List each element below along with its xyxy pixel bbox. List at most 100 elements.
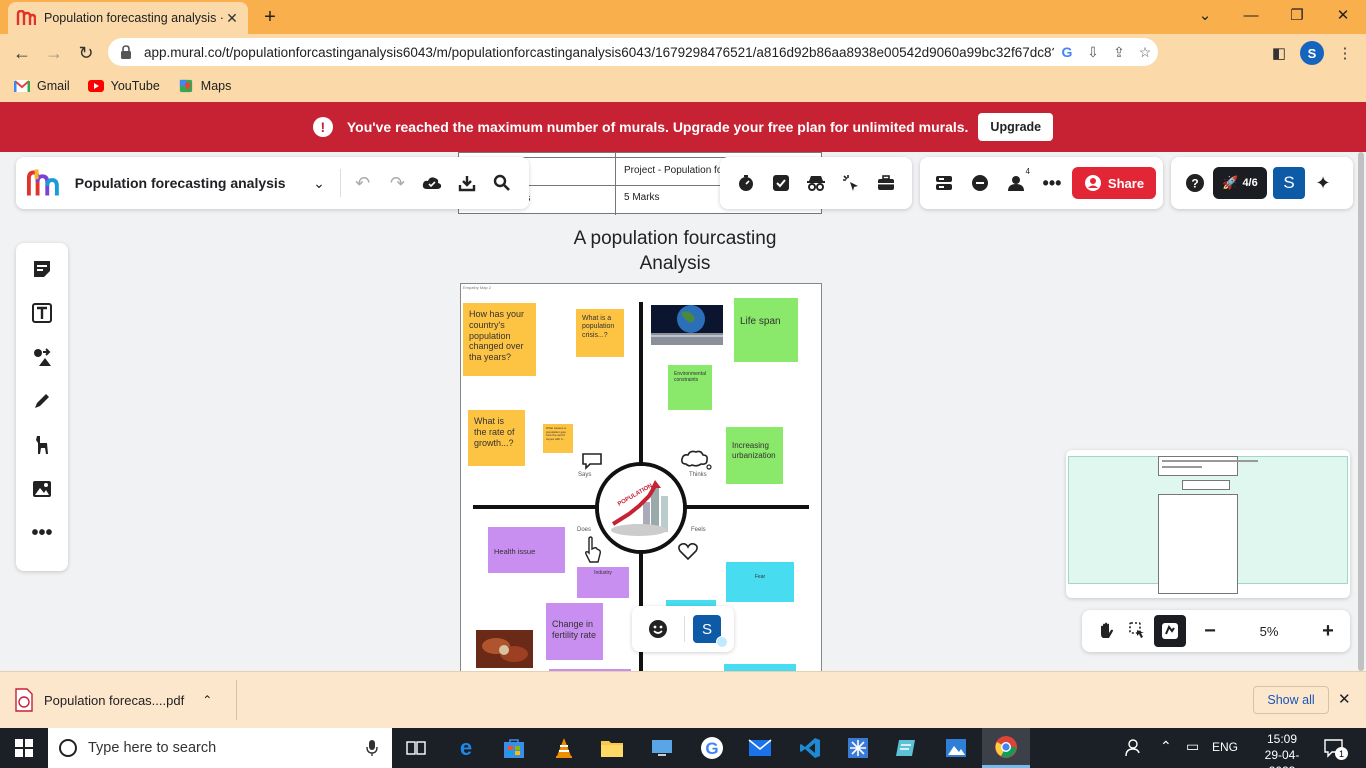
bookmark-gmail[interactable]: Gmail bbox=[14, 79, 70, 93]
pan-hand-icon[interactable] bbox=[1090, 613, 1122, 649]
board-heading[interactable]: A population fourcasting Analysis bbox=[540, 226, 810, 276]
text-tool-icon[interactable] bbox=[24, 295, 60, 331]
restore-button[interactable]: ❐ bbox=[1274, 0, 1320, 30]
pen-draw-icon[interactable] bbox=[24, 383, 60, 419]
zoom-out-icon[interactable]: − bbox=[1196, 613, 1224, 649]
action-center-icon[interactable]: 1 bbox=[1322, 736, 1348, 760]
new-tab-button[interactable]: + bbox=[258, 6, 282, 28]
emoji-reaction-icon[interactable] bbox=[640, 611, 676, 647]
chrome-active-icon[interactable] bbox=[982, 728, 1030, 768]
llama-templates-icon[interactable] bbox=[24, 427, 60, 463]
tab-search-chevron-icon[interactable]: ⌄ bbox=[1182, 0, 1228, 30]
sticky-note-tool-icon[interactable] bbox=[24, 251, 60, 287]
sticky-note[interactable]: What causes a population gap, how the wo… bbox=[543, 424, 573, 453]
install-app-icon[interactable]: ⇩ bbox=[1080, 44, 1106, 61]
windows-start-icon[interactable] bbox=[0, 728, 48, 768]
photos-app-icon[interactable] bbox=[932, 728, 980, 768]
sticky-note[interactable]: What is a population crisis...? bbox=[576, 309, 624, 357]
timer-icon[interactable] bbox=[728, 165, 763, 201]
shapes-connectors-icon[interactable] bbox=[24, 339, 60, 375]
private-mode-icon[interactable] bbox=[798, 165, 833, 201]
zoom-in-icon[interactable]: + bbox=[1314, 613, 1342, 649]
vlc-player-icon[interactable] bbox=[540, 728, 588, 768]
outline-panel-icon[interactable] bbox=[926, 165, 962, 201]
undo-icon[interactable]: ↶ bbox=[345, 165, 380, 201]
sticky-note[interactable]: How has your country's population change… bbox=[463, 303, 536, 376]
profile-avatar[interactable]: S bbox=[1300, 41, 1324, 65]
back-arrow-icon[interactable]: ← bbox=[9, 40, 35, 66]
file-explorer-icon[interactable] bbox=[588, 728, 636, 768]
select-hand-icon[interactable] bbox=[1122, 613, 1154, 649]
image-upload-icon[interactable] bbox=[24, 471, 60, 507]
share-page-icon[interactable]: ⇪ bbox=[1106, 44, 1132, 61]
reload-icon[interactable]: ↻ bbox=[73, 40, 99, 66]
share-button[interactable]: Share bbox=[1072, 167, 1156, 199]
sticky-note[interactable]: Industry bbox=[577, 567, 629, 598]
mural-logo-icon[interactable] bbox=[26, 168, 61, 198]
edge-browser-icon[interactable]: e bbox=[442, 728, 490, 768]
mural-canvas[interactable]: Project - Population fo rks 5 Marks A po… bbox=[0, 152, 1366, 671]
this-pc-icon[interactable] bbox=[638, 728, 686, 768]
user-avatar[interactable]: S bbox=[1273, 167, 1305, 199]
bookmark-youtube[interactable]: YouTube bbox=[87, 79, 160, 93]
clock[interactable]: 15:09 29-04-2023 bbox=[1252, 731, 1312, 768]
snowflake-app-icon[interactable] bbox=[834, 728, 882, 768]
language-indicator[interactable]: ENG bbox=[1212, 740, 1238, 754]
sticky-note[interactable]: Environmental constraints bbox=[668, 365, 712, 410]
mural-title[interactable]: Population forecasting analysis bbox=[75, 175, 286, 191]
onboarding-steps-button[interactable]: 🚀 4/6 bbox=[1213, 167, 1267, 199]
food-image[interactable] bbox=[476, 630, 533, 668]
download-chevron-up-icon[interactable]: ⌃ bbox=[202, 693, 212, 707]
vertical-scrollbar[interactable] bbox=[1356, 152, 1366, 671]
address-bar[interactable]: app.mural.co/t/populationforcastinganaly… bbox=[108, 38, 1158, 66]
earth-image[interactable] bbox=[651, 305, 723, 345]
chevron-down-icon[interactable]: ⌄ bbox=[302, 165, 337, 201]
sticky-note[interactable]: Life span bbox=[734, 298, 798, 362]
zoom-level[interactable]: 5% bbox=[1224, 624, 1314, 639]
center-population-image[interactable]: POPULATION bbox=[595, 462, 687, 554]
task-view-icon[interactable] bbox=[392, 728, 440, 768]
google-chrome-icon[interactable]: G bbox=[688, 728, 736, 768]
notes-app-icon[interactable] bbox=[882, 728, 930, 768]
browser-tab[interactable]: Population forecasting analysis · ✕ bbox=[8, 2, 248, 34]
minimap-toggle-icon[interactable] bbox=[1154, 615, 1186, 647]
battery-network-icon[interactable]: ▭ bbox=[1186, 738, 1199, 755]
close-downloads-icon[interactable]: ✕ bbox=[1338, 690, 1351, 708]
redo-icon[interactable]: ↷ bbox=[380, 165, 415, 201]
forward-arrow-icon[interactable]: → bbox=[41, 40, 67, 66]
vscode-icon[interactable] bbox=[786, 728, 834, 768]
search-icon[interactable] bbox=[484, 165, 519, 201]
export-download-icon[interactable] bbox=[450, 165, 485, 201]
sticky-note[interactable]: Fear bbox=[726, 562, 794, 602]
hidden-icons-chevron-icon[interactable]: ⌃ bbox=[1160, 738, 1172, 755]
sticky-note[interactable]: Change in fertility rate bbox=[546, 603, 603, 660]
more-options-icon[interactable]: ••• bbox=[1034, 165, 1070, 201]
microphone-icon[interactable] bbox=[366, 739, 378, 757]
google-lens-icon[interactable]: G bbox=[1054, 44, 1080, 60]
sticky-note[interactable]: Health issue bbox=[488, 527, 565, 573]
bookmark-star-icon[interactable]: ☆ bbox=[1132, 44, 1158, 61]
voting-check-icon[interactable] bbox=[763, 165, 798, 201]
microsoft-store-icon[interactable] bbox=[490, 728, 538, 768]
people-icon[interactable] bbox=[1124, 738, 1146, 758]
members-icon[interactable]: 4 bbox=[998, 165, 1034, 201]
show-all-button[interactable]: Show all bbox=[1253, 686, 1329, 714]
sticky-note-partial[interactable] bbox=[724, 664, 796, 671]
side-panel-icon[interactable]: ◧ bbox=[1266, 40, 1292, 66]
more-tools-icon[interactable]: ••• bbox=[24, 515, 60, 551]
chat-comments-icon[interactable] bbox=[962, 165, 998, 201]
cloud-saved-icon[interactable] bbox=[415, 165, 450, 201]
download-item[interactable]: Population forecas....pdf ⌃ bbox=[14, 688, 212, 712]
sticky-note[interactable]: What is the rate of growth...? bbox=[468, 410, 525, 466]
toolkit-briefcase-icon[interactable] bbox=[869, 165, 904, 201]
help-icon[interactable]: ? bbox=[1177, 165, 1213, 201]
minimize-button[interactable]: — bbox=[1228, 0, 1274, 30]
sticky-note[interactable]: Increasing urbanization bbox=[726, 427, 783, 484]
browser-menu-icon[interactable]: ⋮ bbox=[1332, 40, 1358, 66]
ai-sparkle-icon[interactable]: ✦ bbox=[1305, 165, 1341, 201]
bookmark-maps[interactable]: Maps bbox=[178, 79, 231, 93]
close-window-button[interactable]: ✕ bbox=[1320, 0, 1366, 30]
tab-close-icon[interactable]: ✕ bbox=[224, 10, 240, 27]
upgrade-button[interactable]: Upgrade bbox=[978, 113, 1054, 141]
laser-pointer-icon[interactable] bbox=[834, 165, 869, 201]
